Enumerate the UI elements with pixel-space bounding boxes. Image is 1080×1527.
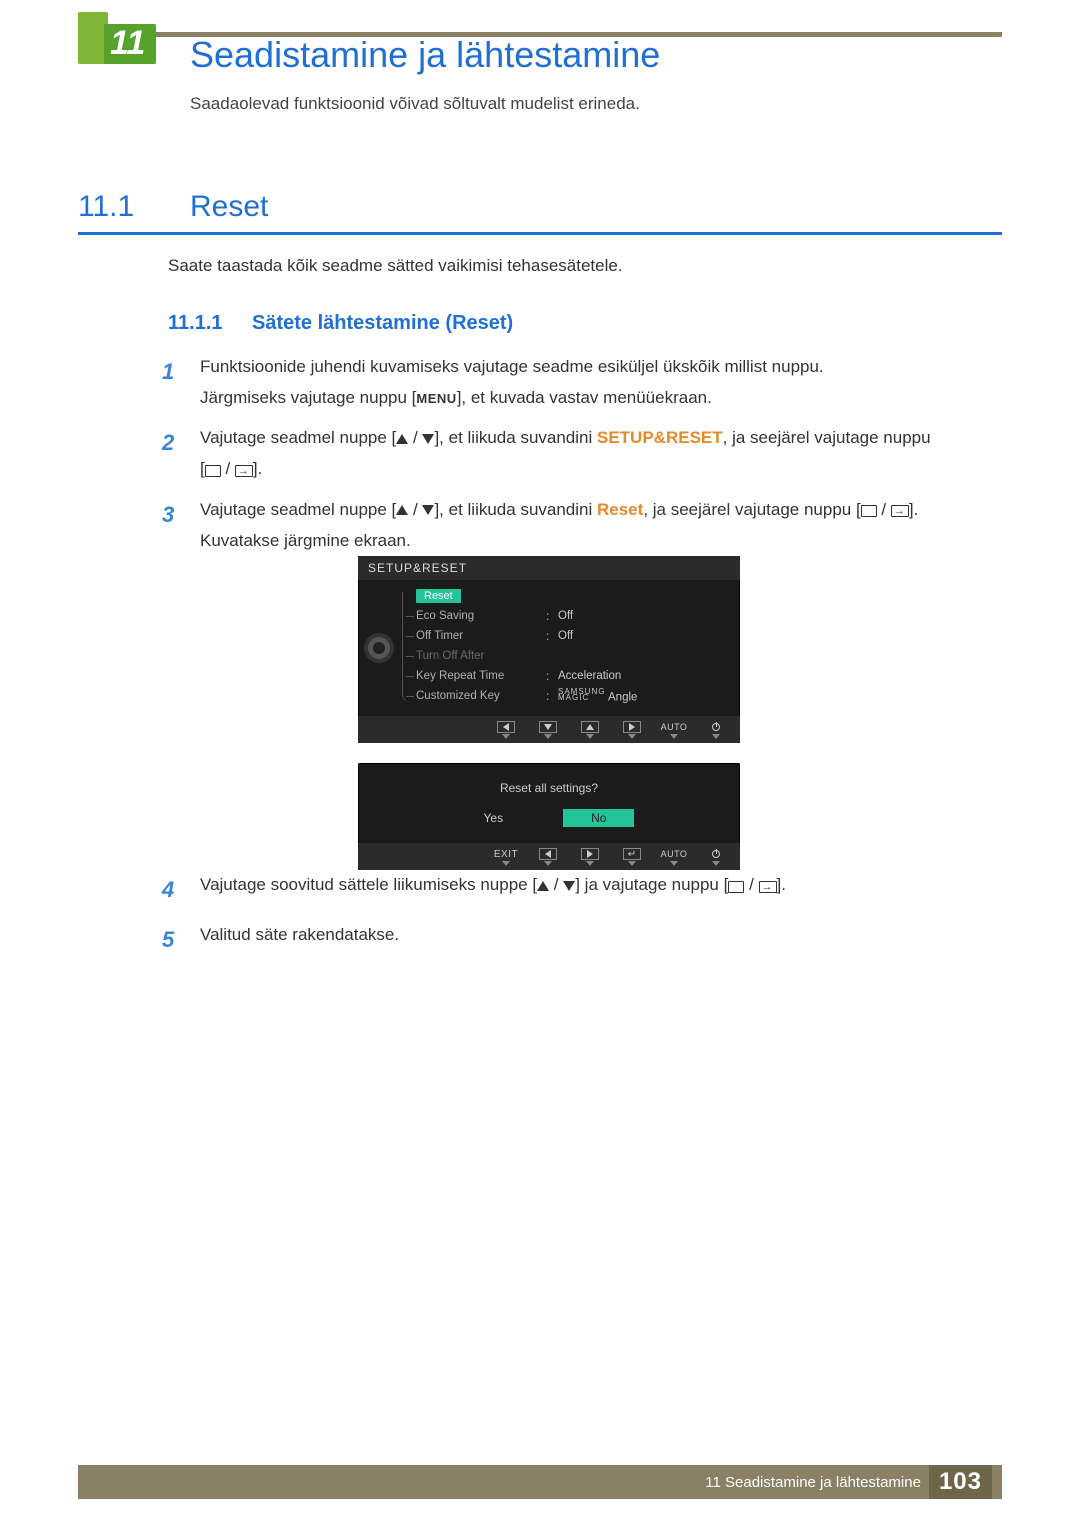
osd-row-eco: Eco Saving:Off: [404, 606, 740, 626]
nav-left-icon: [492, 721, 520, 739]
step-text: Vajutage seadmel nuppe [: [200, 500, 396, 519]
chapter-title: Seadistamine ja lähtestamine: [190, 34, 660, 76]
section-rule: [78, 232, 1002, 235]
osd-row-label: Eco Saving: [416, 610, 546, 622]
osd-row-offtimer: Off Timer:Off: [404, 626, 740, 646]
step-text: ], et kuvada vastav menüüekraan.: [457, 388, 712, 407]
nav-right-icon: [576, 848, 604, 866]
section-desc: Saate taastada kõik seadme sätted vaikim…: [168, 256, 623, 276]
nav-power-icon: [702, 721, 730, 739]
step-text: Funktsioonide juhendi kuvamiseks vajutag…: [200, 357, 824, 376]
step-3: 3 Vajutage seadmel nuppe [ / ], et liiku…: [162, 495, 990, 556]
up-down-icon: /: [537, 870, 575, 901]
step-text: ].: [909, 500, 918, 519]
footer-bar: 11 Seadistamine ja lähtestamine 103: [78, 1465, 1002, 1499]
step-5: 5 Valitud säte rakendatakse.: [162, 920, 990, 960]
osd-row-reset: Reset: [404, 586, 740, 606]
step-text: Kuvatakse järgmine ekraan.: [200, 531, 411, 550]
osd-row-value: Angle: [608, 691, 637, 703]
step-text: ].: [253, 459, 262, 478]
osd-row-label: Key Repeat Time: [416, 670, 546, 682]
gear-icon: [368, 637, 390, 659]
osd-screenshots: SETUP&RESET Reset Eco Saving:Off Off Tim…: [358, 556, 740, 890]
section-number: 11.1: [78, 190, 134, 224]
nav-power-icon: [702, 848, 730, 866]
nav-down-icon: [534, 721, 562, 739]
step-text: ], et liikuda suvandini: [434, 500, 597, 519]
subsection-number: 11.1.1: [168, 312, 223, 335]
nav-exit-icon: EXIT: [492, 848, 520, 866]
footer-text: 11 Seadistamine ja lähtestamine: [705, 1474, 921, 1491]
osd-row-label: Turn Off After: [416, 650, 546, 662]
step-1: 1 Funktsioonide juhendi kuvamiseks vajut…: [162, 352, 990, 413]
step-text: ], et liikuda suvandini: [434, 428, 597, 447]
step-number: 5: [162, 920, 182, 960]
step-number: 4: [162, 870, 182, 910]
osd-row-keyrepeat: Key Repeat Time:Acceleration: [404, 666, 740, 686]
step-text: , ja seejärel vajutage nuppu: [723, 428, 931, 447]
setup-reset-link: SETUP&RESET: [597, 428, 723, 447]
osd-confirm-dialog: Reset all settings? Yes No EXIT ↵ AUTO: [358, 763, 740, 870]
step-number: 3: [162, 495, 182, 556]
confirm-question: Reset all settings?: [358, 781, 740, 795]
step-text: Vajutage soovitud sättele liikumiseks nu…: [200, 875, 537, 894]
up-down-icon: /: [396, 495, 434, 526]
chapter-number: 11: [110, 24, 145, 63]
section-title: Reset: [190, 190, 268, 224]
osd-header: SETUP&RESET: [358, 556, 740, 580]
osd-row-value: Off: [558, 610, 573, 622]
chapter-badge: 11: [78, 12, 156, 64]
osd-row-customkey: Customized Key:SAMSUNGMAGIC Angle: [404, 686, 740, 706]
osd-nav-bar: AUTO: [358, 716, 740, 743]
step-number: 2: [162, 423, 182, 485]
step-text: Järgmiseks vajutage nuppu [: [200, 388, 416, 407]
step-number: 1: [162, 352, 182, 413]
confirm-no: No: [563, 809, 634, 827]
magic-brand: SAMSUNGMAGIC: [558, 689, 605, 702]
step-text: Valitud säte rakendatakse.: [200, 925, 399, 944]
subsection-title: Sätete lähtestamine (Reset): [252, 312, 513, 335]
nav-auto-icon: AUTO: [660, 721, 688, 739]
osd-row-label: Customized Key: [416, 690, 546, 702]
osd-row-label: Reset: [416, 589, 461, 603]
nav-enter-icon: ↵: [618, 848, 646, 866]
page-number: 103: [929, 1465, 992, 1499]
source-enter-icon: /: [861, 495, 909, 526]
step-text: , ja seejärel vajutage nuppu [: [643, 500, 860, 519]
step-2: 2 Vajutage seadmel nuppe [ / ], et liiku…: [162, 423, 990, 485]
steps-list: 1 Funktsioonide juhendi kuvamiseks vajut…: [162, 352, 990, 566]
step-4: 4 Vajutage soovitud sättele liikumiseks …: [162, 870, 990, 910]
osd-row-value: Off: [558, 630, 573, 642]
nav-auto-icon: AUTO: [660, 848, 688, 866]
reset-link: Reset: [597, 500, 643, 519]
chapter-intro: Saadaolevad funktsioonid võivad sõltuval…: [190, 94, 640, 114]
nav-left-icon: [534, 848, 562, 866]
nav-right-icon: [618, 721, 646, 739]
step-text: ].: [777, 875, 786, 894]
step-text: Vajutage seadmel nuppe [: [200, 428, 396, 447]
osd-nav-bar: EXIT ↵ AUTO: [358, 843, 740, 870]
source-enter-icon: /: [728, 870, 776, 901]
osd-row-turnoff: Turn Off After: [404, 646, 740, 666]
osd-row-label: Off Timer: [416, 630, 546, 642]
confirm-yes: Yes: [464, 809, 524, 827]
steps-list-2: 4 Vajutage soovitud sättele liikumiseks …: [162, 870, 990, 969]
step-text: ] ja vajutage nuppu [: [575, 875, 728, 894]
osd-setup-reset: SETUP&RESET Reset Eco Saving:Off Off Tim…: [358, 556, 740, 743]
nav-up-icon: [576, 721, 604, 739]
menu-label: MENU: [416, 391, 456, 406]
up-down-icon: /: [396, 423, 434, 454]
osd-row-value: Acceleration: [558, 670, 621, 682]
source-enter-icon: /: [205, 454, 253, 485]
